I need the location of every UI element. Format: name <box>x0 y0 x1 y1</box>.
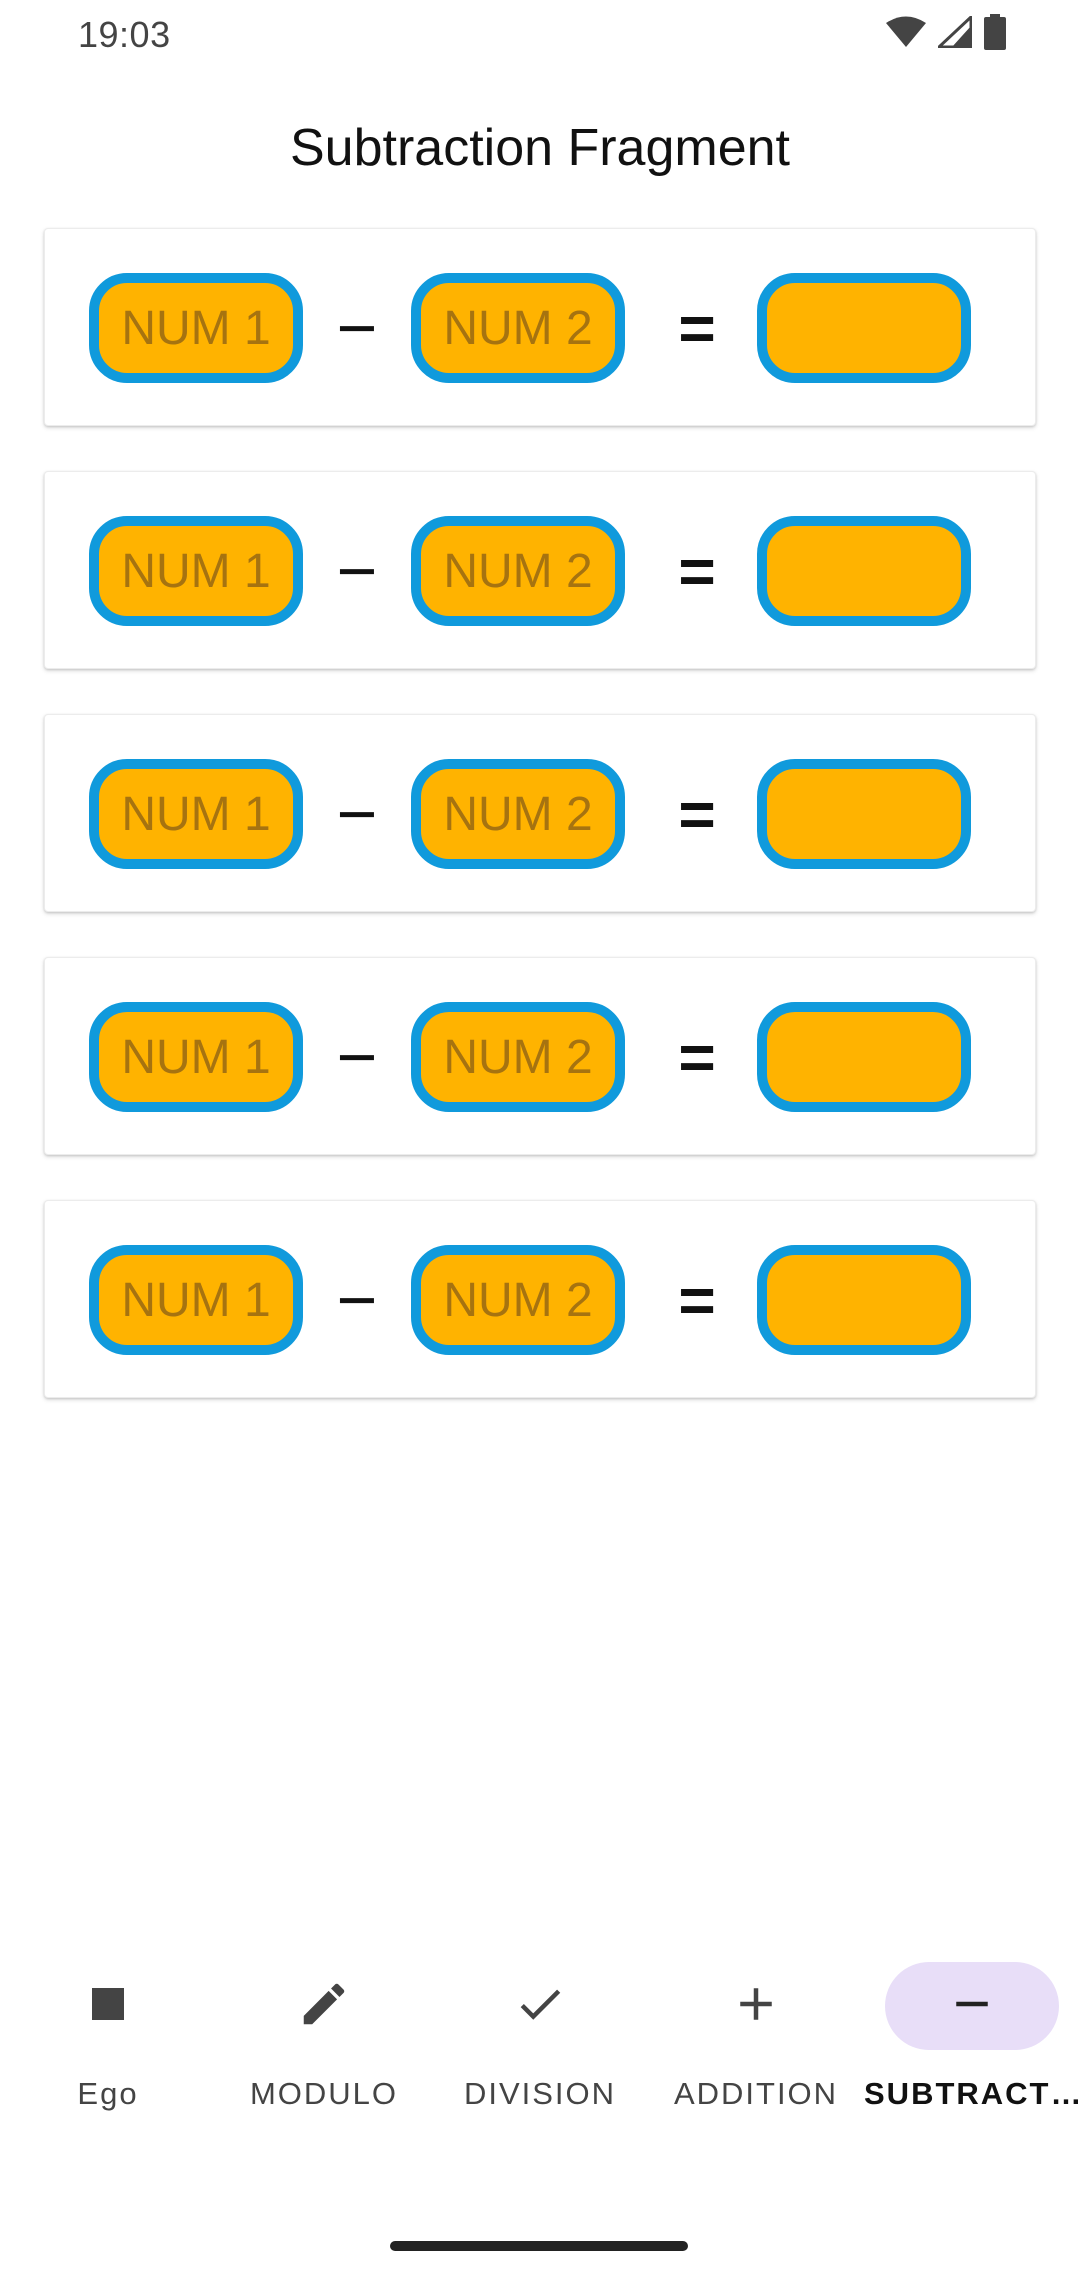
num2-input[interactable]: NUM 2 <box>411 273 625 383</box>
minus-operator: − <box>336 1261 378 1339</box>
num2-input[interactable]: NUM 2 <box>411 759 625 869</box>
num2-input[interactable]: NUM 2 <box>411 1245 625 1355</box>
status-icons <box>886 14 1006 50</box>
nav-item-division[interactable]: DIVISION <box>432 1930 648 2130</box>
num1-input[interactable]: NUM 1 <box>89 516 303 626</box>
nav-label-modulo: MODULO <box>249 2076 399 2111</box>
stop-square-icon <box>90 1986 126 2027</box>
pencil-icon <box>297 1977 351 2036</box>
result-field[interactable] <box>757 273 971 383</box>
num1-input[interactable]: NUM 1 <box>89 1002 303 1112</box>
nav-item-addition[interactable]: ADDITION <box>648 1930 864 2130</box>
equals-sign: = <box>678 1021 716 1093</box>
result-field[interactable] <box>757 1002 971 1112</box>
minus-operator: − <box>336 289 378 367</box>
equals-sign: = <box>678 778 716 850</box>
num2-input[interactable]: NUM 2 <box>411 516 625 626</box>
equals-sign: = <box>678 1264 716 1336</box>
bottom-navigation: Ego MODULO DIVISION ADDITION SUBTRACT… <box>0 1930 1080 2130</box>
num2-input[interactable]: NUM 2 <box>411 1002 625 1112</box>
minus-operator: − <box>336 532 378 610</box>
status-bar: 19:03 <box>0 0 1080 72</box>
num1-input[interactable]: NUM 1 <box>89 273 303 383</box>
equals-sign: = <box>678 535 716 607</box>
equation-card: NUM 1 − NUM 2 = <box>44 714 1036 912</box>
nav-label-division: DIVISION <box>463 2076 617 2111</box>
nav-label-addition: ADDITION <box>673 2076 839 2111</box>
nav-item-subtraction[interactable]: SUBTRACT… <box>864 1930 1080 2130</box>
minus-operator: − <box>336 775 378 853</box>
equation-card: NUM 1 − NUM 2 = <box>44 471 1036 669</box>
equation-card: NUM 1 − NUM 2 = <box>44 957 1036 1155</box>
equation-card: NUM 1 − NUM 2 = <box>44 228 1036 426</box>
nav-label-ego: Ego <box>77 2076 139 2111</box>
equals-sign: = <box>678 292 716 364</box>
check-icon <box>513 1977 567 2036</box>
result-field[interactable] <box>757 1245 971 1355</box>
equation-list: NUM 1 − NUM 2 = NUM 1 − NUM 2 = NUM 1 − … <box>44 228 1036 1443</box>
plus-icon <box>729 1977 783 2036</box>
signal-icon <box>938 16 972 48</box>
minus-operator: − <box>336 1018 378 1096</box>
nav-label-subtraction: SUBTRACT… <box>864 2076 1080 2111</box>
status-time: 19:03 <box>78 14 171 55</box>
app-screen: 19:03 Subtraction Fragment NUM 1 − NUM 2… <box>0 0 1080 2280</box>
result-field[interactable] <box>757 759 971 869</box>
equation-card: NUM 1 − NUM 2 = <box>44 1200 1036 1398</box>
num1-input[interactable]: NUM 1 <box>89 1245 303 1355</box>
page-title: Subtraction Fragment <box>289 119 791 177</box>
minus-icon <box>945 1977 999 2036</box>
nav-item-modulo[interactable]: MODULO <box>216 1930 432 2130</box>
battery-icon <box>984 14 1006 50</box>
home-indicator[interactable] <box>390 2241 688 2251</box>
wifi-icon <box>886 16 926 48</box>
nav-item-ego[interactable]: Ego <box>0 1930 216 2130</box>
result-field[interactable] <box>757 516 971 626</box>
num1-input[interactable]: NUM 1 <box>89 759 303 869</box>
